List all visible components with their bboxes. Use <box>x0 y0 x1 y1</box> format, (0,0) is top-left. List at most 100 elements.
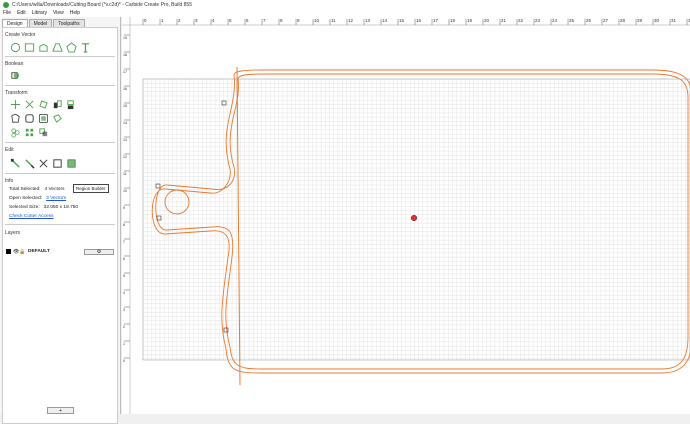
polygon-tool-icon[interactable] <box>37 41 49 53</box>
add-layer-button[interactable]: + <box>47 407 74 414</box>
ruler-left-label: 2 <box>123 325 125 329</box>
move-icon[interactable] <box>9 98 21 110</box>
open-selected: Open Selected: 3 Vectors <box>9 196 67 201</box>
ruler-top-label: 25 <box>569 18 575 23</box>
layer-color-swatch[interactable] <box>6 249 11 254</box>
left-panel: Design Model Toolpaths Create Vector Boo… <box>0 17 121 424</box>
scale-icon[interactable] <box>23 98 35 110</box>
panel-tabs: Design Model Toolpaths <box>0 17 120 27</box>
open-selected-link[interactable]: 3 Vectors <box>46 196 66 201</box>
ruler-left-label: 17 <box>123 70 127 74</box>
ruler-top-label: 26 <box>586 18 592 23</box>
tab-design[interactable]: Design <box>2 19 28 27</box>
ruler-top-label: 30 <box>654 18 660 23</box>
ruler-top-label: 16 <box>416 18 422 23</box>
ruler-left-label: 13 <box>123 138 127 142</box>
ruler-left-label: 4 <box>123 291 125 295</box>
trim-icon[interactable] <box>23 157 35 169</box>
ruler-top-label: 11 <box>331 18 336 23</box>
ruler-left-label: 12 <box>123 155 127 159</box>
ruler-left-label: 5 <box>123 274 125 278</box>
node-edit-icon[interactable] <box>9 157 21 169</box>
grid-array-icon[interactable] <box>23 126 35 138</box>
layer-row-default[interactable]: 👁 🔒 DEFAULT ⚙ <box>6 248 114 255</box>
edit-title: Edit <box>5 147 14 153</box>
rotate-icon[interactable] <box>37 98 49 110</box>
circle-tool-icon[interactable] <box>9 41 21 53</box>
ruler-left-label: 19 <box>123 36 127 40</box>
selected-size: Selected Size: 32.050 x 18.750 <box>9 205 79 210</box>
layers-title: Layers <box>5 230 21 236</box>
ruler-top-label: 23 <box>535 18 541 23</box>
ruler-top-label: 31 <box>671 18 677 23</box>
lock-icon[interactable]: 🔒 <box>19 249 25 255</box>
ruler-left-label: 10 <box>123 189 127 193</box>
ruler-top-label: 10 <box>314 18 320 23</box>
ruler-left-label: 15 <box>123 104 127 108</box>
array-icon[interactable] <box>51 112 63 124</box>
ruler-top-label: 18 <box>450 18 456 23</box>
layer-name: DEFAULT <box>28 249 50 254</box>
menu-view[interactable]: View <box>53 10 64 16</box>
ruler-left-label: 18 <box>123 53 127 57</box>
eye-icon[interactable]: 👁 <box>13 249 19 255</box>
boolean-union-icon[interactable] <box>9 69 21 81</box>
rectangle-tool-icon[interactable] <box>23 41 35 53</box>
ruler-top-label: 17 <box>433 18 439 23</box>
ruler-top-label: 20 <box>484 18 490 23</box>
ruler-top-label: 19 <box>467 18 473 23</box>
check-cutter-access-link[interactable]: Check Cutter Access <box>9 214 54 219</box>
total-selected: Total Selected: 4 Vectors <box>9 187 65 192</box>
ruler-top-label: 21 <box>501 18 507 23</box>
ruler-left-label: 3 <box>123 308 125 312</box>
cut-icon[interactable] <box>37 157 49 169</box>
title-bar: C:/Users/wilia/Downloads/Cutting Board (… <box>0 0 690 9</box>
mirror-icon[interactable] <box>51 98 63 110</box>
circle-array-icon[interactable] <box>9 126 21 138</box>
ruler-left-label: 7 <box>123 240 125 244</box>
offset-icon[interactable] <box>9 112 21 124</box>
menu-bar: File Edit Library View Help <box>0 9 690 17</box>
ruler-left-label: 0 <box>123 359 125 363</box>
ruler-top-label: 12 <box>348 18 354 23</box>
ruler-top-label: 13 <box>365 18 371 23</box>
ruler-top-label: 29 <box>637 18 643 23</box>
ruler-top-label: 15 <box>399 18 405 23</box>
ruler-top-label: 27 <box>603 18 609 23</box>
combine-icon[interactable] <box>37 126 49 138</box>
info-title: Info <box>5 178 14 184</box>
ruler-left-label: 1 <box>123 342 125 346</box>
create-vector-title: Create Vector <box>5 32 36 38</box>
ruler-left-label: 14 <box>123 121 127 125</box>
window-title: C:/Users/wilia/Downloads/Cutting Board (… <box>12 1 192 8</box>
ruler-left-label: 11 <box>123 172 127 176</box>
app-icon <box>3 1 9 8</box>
region-builder-icon[interactable] <box>65 157 77 169</box>
polyline-tool-icon[interactable] <box>65 41 77 53</box>
fillet-icon[interactable] <box>23 112 35 124</box>
ruler-top-label: 14 <box>382 18 388 23</box>
ruler-left-label: 6 <box>123 257 125 261</box>
menu-help[interactable]: Help <box>70 10 80 16</box>
curve-tool-icon[interactable] <box>51 41 63 53</box>
menu-library[interactable]: Library <box>32 10 47 16</box>
transform-title: Transform <box>5 90 28 96</box>
selection-center-icon[interactable] <box>410 214 418 222</box>
gear-icon[interactable]: ⚙ <box>84 248 114 255</box>
boolean-title: Boolean <box>5 61 24 67</box>
ruler-top-label: 28 <box>620 18 626 23</box>
ruler-top-label: 24 <box>552 18 558 23</box>
ruler-top-label: 22 <box>518 18 524 23</box>
menu-edit[interactable]: Edit <box>17 10 26 16</box>
ruler-left-label: 16 <box>123 87 127 91</box>
align-icon[interactable] <box>65 98 77 110</box>
design-panel: Create Vector Boolean Transform Edit Inf… <box>2 27 118 424</box>
tab-toolpaths[interactable]: Toolpaths <box>53 19 85 27</box>
tab-model[interactable]: Model <box>28 19 53 27</box>
ruler-left-label: 9 <box>123 206 125 210</box>
inset-icon[interactable] <box>37 112 49 124</box>
menu-file[interactable]: File <box>3 10 11 16</box>
region-select-icon[interactable] <box>51 157 63 169</box>
design-canvas[interactable]: 0 1 2 3 4 5 6 7 8 9 10 11 12 13 14 15 16 17 18 19 20 21 22 23 24… <box>122 17 690 414</box>
text-tool-icon[interactable] <box>79 41 91 53</box>
